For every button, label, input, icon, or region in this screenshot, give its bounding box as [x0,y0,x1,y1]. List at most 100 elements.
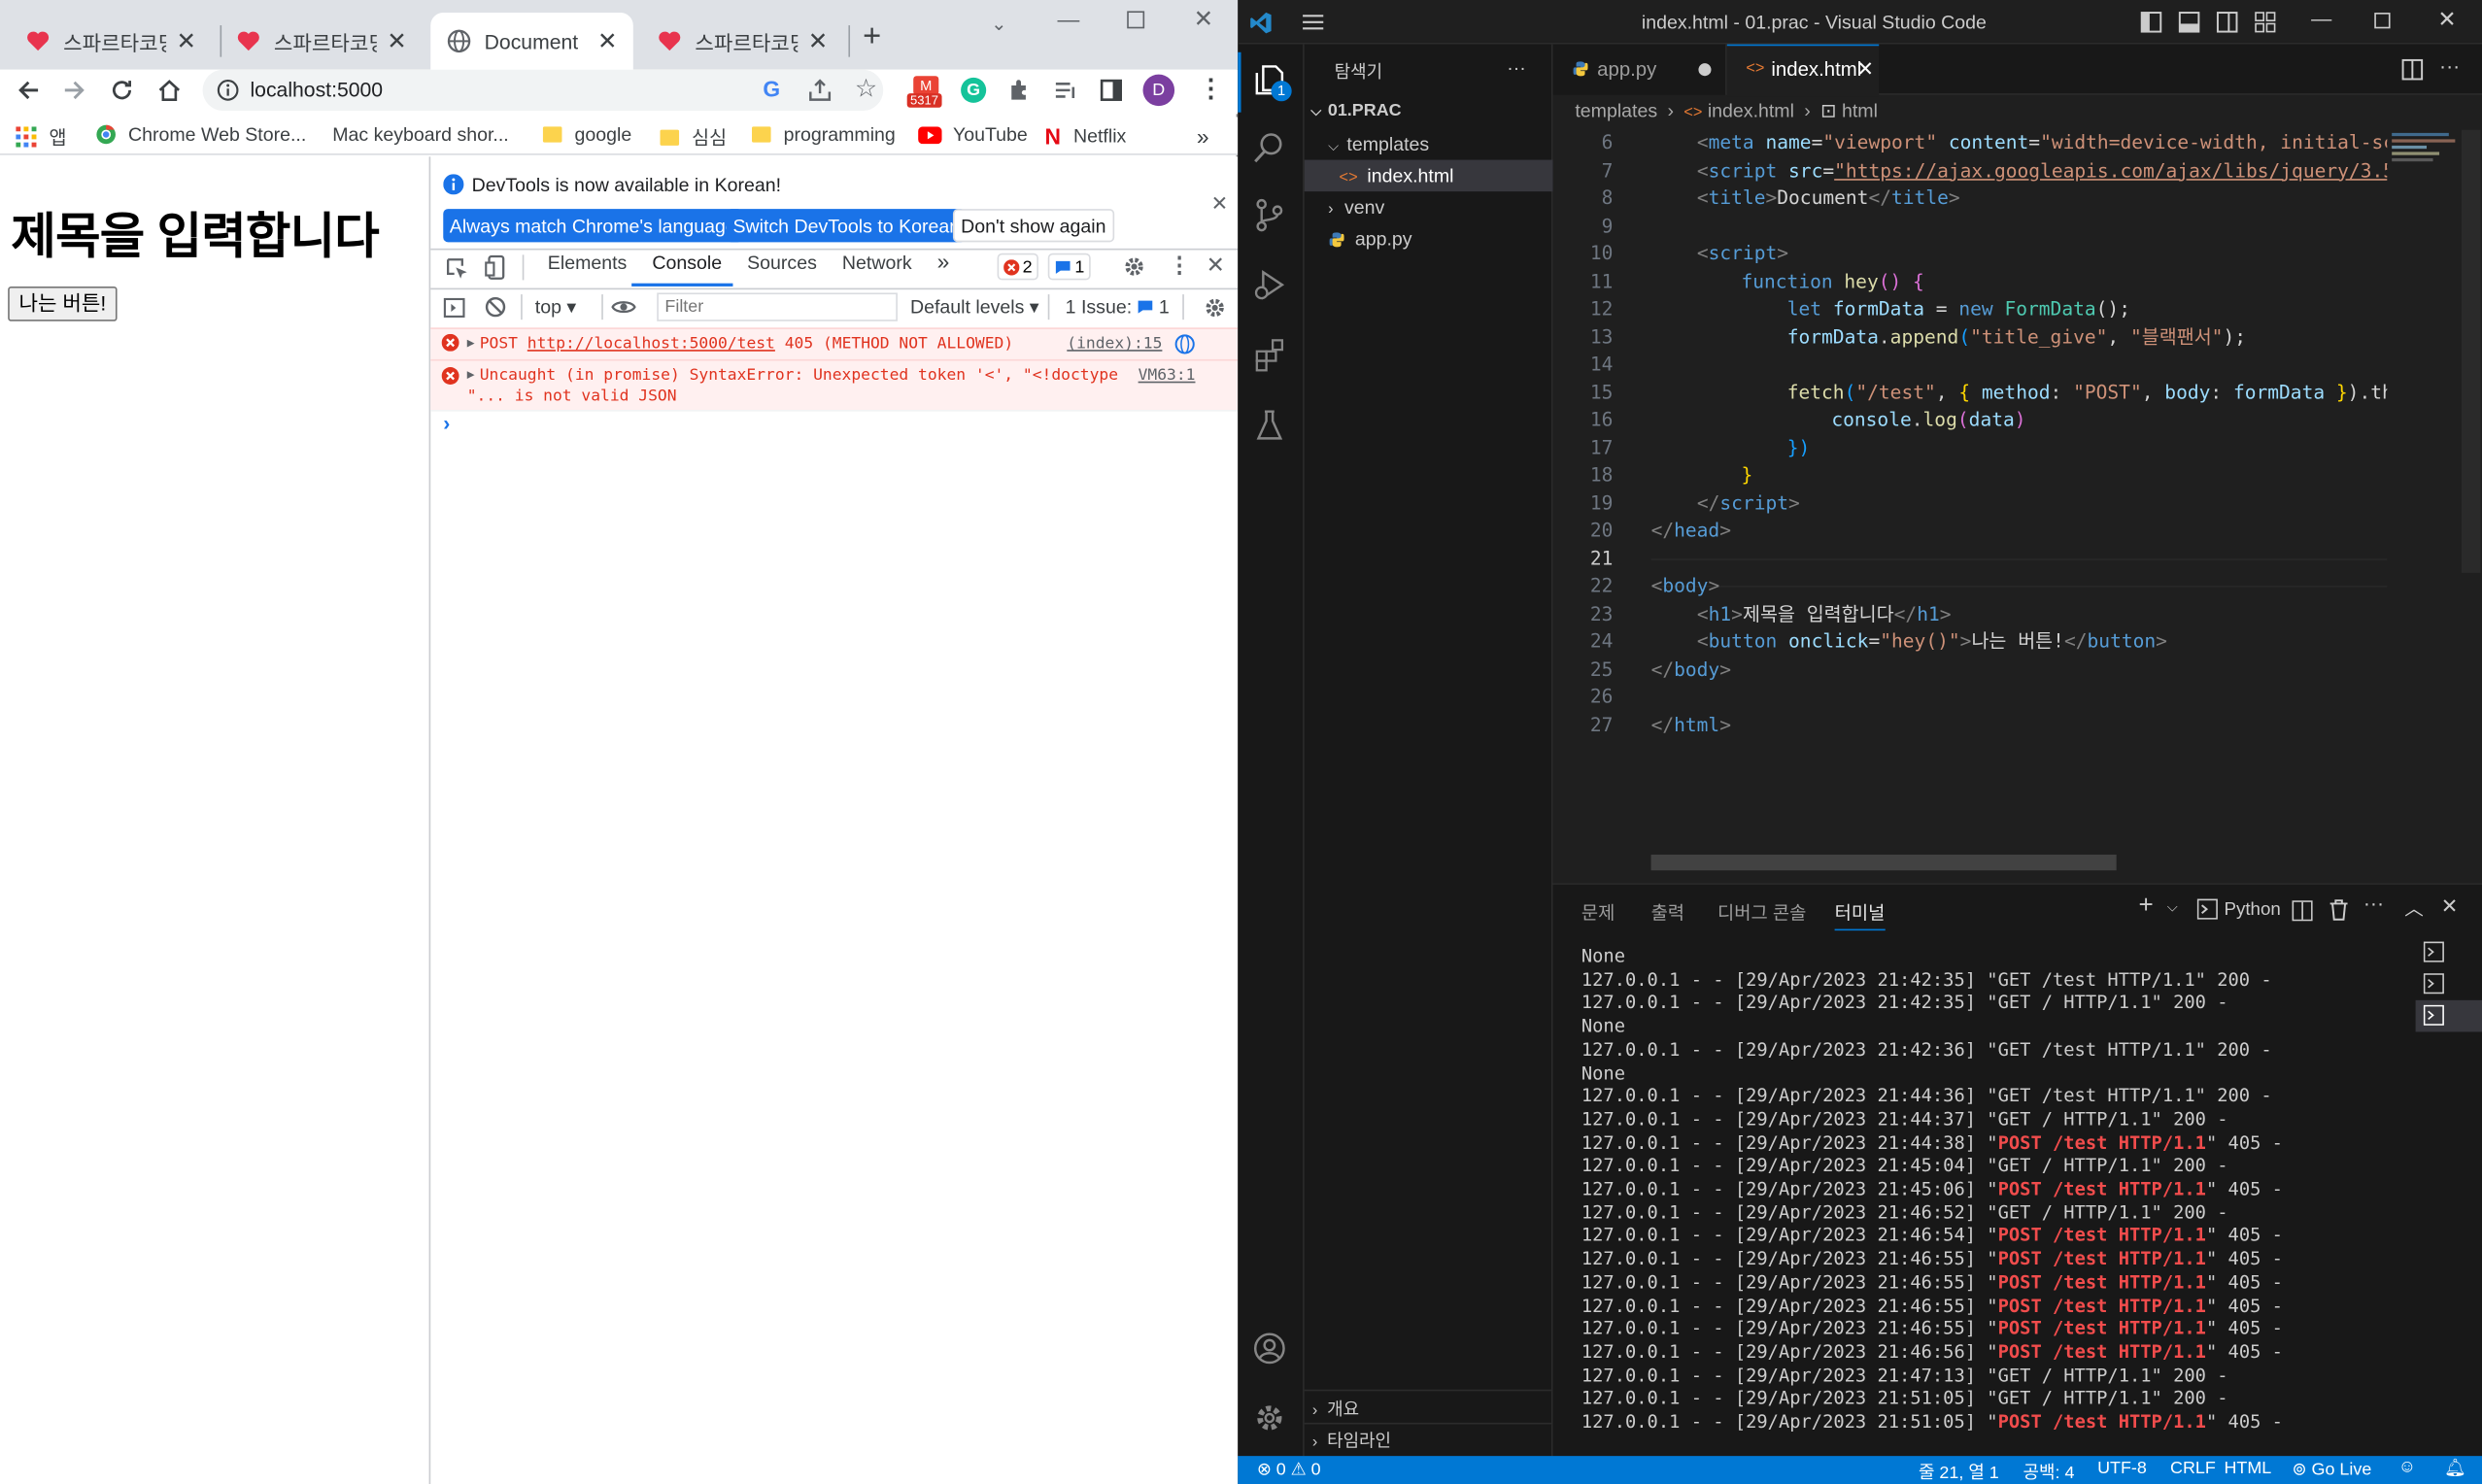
bookmark-youtube[interactable]: YouTube [918,123,1028,146]
eol-status[interactable]: CRLF [2170,1459,2216,1478]
share-icon[interactable] [807,78,833,103]
profile-avatar[interactable]: D [1142,74,1175,107]
browser-tab-3[interactable]: Document ✕ [430,13,633,70]
browser-tab-2[interactable]: 스파르타코딩클 ✕ [221,13,424,70]
reading-list-icon[interactable] [1053,78,1078,103]
chevron-down-icon[interactable]: ⌵ [2167,899,2178,917]
grammarly-icon[interactable]: G [961,77,987,103]
feedback-icon[interactable]: ☺ [2398,1458,2416,1477]
source-control-icon[interactable] [1252,198,1287,233]
trash-icon[interactable] [2329,899,2349,922]
tree-folder-venv[interactable]: › venv [1328,196,1384,219]
indentation-status[interactable]: 공백: 4 [2023,1459,2075,1484]
browser-tab-1[interactable]: 스파르타코딩클 ✕ [10,13,213,70]
notice-close-icon[interactable]: ✕ [1211,191,1229,217]
device-toolbar-icon[interactable] [485,254,507,280]
panel-more-icon[interactable]: ··· [2363,891,2384,914]
terminal-instance-icon[interactable] [2423,941,2444,962]
panel-tab-output[interactable]: 출력 [1651,900,1684,926]
bookmark-programming[interactable]: programming [752,123,896,146]
log-levels-dropdown[interactable]: Default levels ▾ [910,296,1039,319]
maximize-panel-icon[interactable]: ︿ [2404,894,2424,922]
window-close-icon[interactable]: ✕ [2437,7,2456,34]
terminal-shell-selector[interactable]: Python [2196,898,2281,920]
eye-icon[interactable] [611,297,636,317]
tab-console[interactable]: Console [652,252,722,274]
bookmark-google[interactable]: google [542,123,631,146]
terminal-instance-icon[interactable] [2423,973,2444,995]
vertical-scrollbar[interactable] [2461,129,2481,573]
home-icon[interactable] [156,78,182,103]
outline-section[interactable]: › 개요 [1312,1396,1359,1421]
code-editor[interactable]: 6 7 8 9 10 11 12 13 14 15 16 17 18 19 20 21 22 23 24 25 26 27… [1553,129,2482,884]
terminal-output[interactable]: None 127.0.0.1 - - [29/Apr/2023 21:42:35]… [1553,938,2408,1454]
reload-icon[interactable] [109,78,134,103]
clear-console-icon[interactable] [485,296,507,319]
problems-status[interactable]: ⊗ 0 ⚠ 0 [1257,1459,1321,1479]
editor-tab-index-html[interactable]: <> index.html ✕ [1726,44,1880,97]
expand-arrow-icon[interactable]: ▶ [467,335,475,350]
workspace-root[interactable]: ⌵ 01.PRAC [1310,101,1401,120]
hamburger-menu-icon[interactable] [1301,13,1324,32]
breadcrumb-file[interactable]: index.html [1708,100,1794,122]
info-icon[interactable] [217,79,239,101]
cursor-position[interactable]: 줄 21, 열 1 [1919,1459,1999,1484]
sidebar-toggle-icon[interactable] [443,297,465,318]
google-lens-icon[interactable]: G [763,76,780,101]
bookmark-chrome-web-store[interactable]: Chrome Web Store... [95,123,306,146]
maximize-icon[interactable] [2374,13,2391,29]
page-button[interactable]: 나는 버튼! [8,286,118,321]
encoding-status[interactable]: UTF-8 [2097,1459,2147,1478]
close-icon[interactable]: ✕ [597,27,617,55]
error-source-link[interactable]: (index):15 [1067,335,1162,353]
new-tab-button[interactable]: + [863,19,881,55]
notifications-bell-icon[interactable]: 🔔︎ [2444,1458,2466,1478]
bookmark-netflix[interactable]: N Netflix [1044,123,1126,149]
forward-arrow-icon[interactable] [62,78,87,103]
context-selector[interactable]: top ▾ [535,296,576,319]
tree-file-app-py[interactable]: app.py [1328,228,1412,250]
panel-tab-problems[interactable]: 문제 [1581,900,1615,926]
extensions-icon[interactable] [1252,337,1287,372]
breadcrumb-element[interactable]: html [1842,100,1878,122]
customize-layout-icon[interactable] [2254,11,2276,33]
browser-tab-4[interactable]: 스파르타코딩클 ✕ [641,13,844,70]
tree-folder-templates[interactable]: ⌵ templates [1328,133,1429,155]
terminal-instance-icon[interactable] [2423,1004,2444,1026]
close-icon[interactable]: ✕ [1856,57,1874,83]
back-arrow-icon[interactable] [16,78,41,103]
bookmark-simsim[interactable]: 심심 [660,123,727,151]
network-globe-icon[interactable] [1174,334,1195,354]
side-panel-icon[interactable] [1099,78,1124,103]
editor-more-icon[interactable]: ··· [2439,53,2460,77]
switch-korean-button[interactable]: Switch DevTools to Korean [726,209,967,243]
breadcrumb-templates[interactable]: templates [1575,100,1657,122]
chrome-menu-icon[interactable]: ⋮ [1199,73,1224,105]
manage-gear-icon[interactable] [1252,1400,1287,1435]
close-icon[interactable]: ✕ [387,27,406,55]
go-live-button[interactable]: ⊚ Go Live [2293,1459,2372,1480]
search-icon[interactable] [1252,130,1287,165]
console-filter-input[interactable] [657,292,898,321]
run-debug-icon[interactable] [1252,267,1287,302]
maximize-icon[interactable] [1127,11,1145,29]
tab-elements[interactable]: Elements [548,252,628,274]
extensions-puzzle-icon[interactable] [1006,78,1032,103]
error-url-link[interactable]: http://localhost:5000/test [527,335,775,353]
panel-tab-terminal[interactable]: 터미널 [1835,900,1886,926]
accounts-icon[interactable] [1252,1331,1287,1366]
tree-file-index-html[interactable]: <> index.html [1340,164,1454,186]
more-tabs-button[interactable]: » [937,249,950,274]
inspect-element-icon[interactable] [445,256,468,280]
close-panel-icon[interactable]: ✕ [2441,894,2459,920]
tab-sources[interactable]: Sources [747,252,817,274]
match-language-button[interactable]: Always match Chrome's language [443,209,743,243]
devtools-menu-icon[interactable]: ⋮ [1169,252,1191,279]
tab-search-icon[interactable]: ⌄ [991,13,1006,35]
error-counter[interactable]: 2 [997,253,1039,281]
close-icon[interactable]: ✕ [177,27,196,55]
new-terminal-icon[interactable]: + [2138,893,2153,921]
error-source-link[interactable]: VM63:1 [1139,367,1196,385]
window-close-icon[interactable]: ✕ [1194,5,1213,34]
horizontal-scrollbar[interactable] [1650,854,2117,871]
